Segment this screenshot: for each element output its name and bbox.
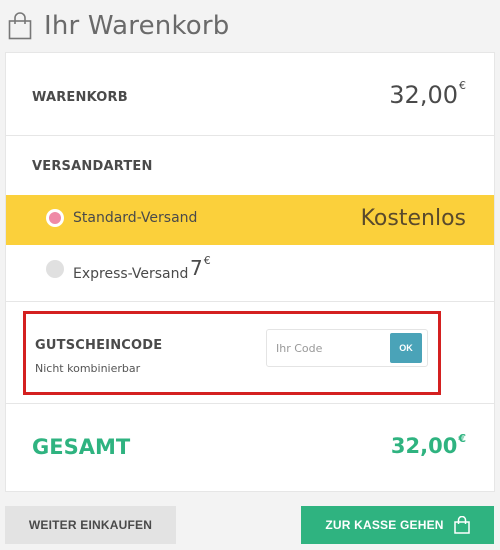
divider — [6, 135, 494, 136]
continue-shopping-label: WEITER EINKAUFEN — [28, 518, 153, 532]
subtotal-amount: 32,00€ — [389, 79, 466, 109]
checkout-button[interactable]: ZUR KASSE GEHEN — [301, 506, 494, 544]
total-currency: € — [458, 432, 466, 445]
shopping-bag-icon — [453, 515, 470, 534]
coupon-code-input[interactable] — [267, 330, 387, 366]
continue-shopping-button[interactable]: WEITER EINKAUFEN — [5, 506, 176, 544]
total-label: GESAMT — [32, 435, 131, 459]
radio-selected[interactable] — [46, 209, 64, 227]
shipping-option-price: Kostenlos — [360, 206, 466, 231]
checkout-label: ZUR KASSE GEHEN — [325, 518, 444, 532]
total-amount: 32,00€ — [390, 432, 466, 458]
coupon-section: GUTSCHEINCODE Nicht kombinierbar OK — [23, 311, 441, 395]
divider — [6, 301, 494, 302]
subtotal-row: WARENKORB 32,00€ — [6, 53, 494, 135]
shipping-option-label: Standard-Versand — [73, 210, 198, 226]
coupon-input-group: OK — [266, 329, 428, 367]
cart-summary-card: WARENKORB 32,00€ VERSANDARTEN Standard-V… — [5, 52, 495, 492]
shipping-option-label: Express-Versand — [73, 266, 189, 282]
shipping-option-currency: € — [203, 254, 211, 267]
divider — [6, 403, 494, 404]
shipping-methods-label: VERSANDARTEN — [32, 159, 153, 174]
shipping-option-express[interactable]: Express-Versand 7€ — [6, 248, 494, 300]
radio-unselected[interactable] — [46, 260, 64, 278]
shipping-option-price-value: 7 — [190, 256, 203, 280]
shipping-option-price: 7€ — [190, 254, 211, 280]
page-title: Ihr Warenkorb — [44, 11, 230, 41]
subtotal-currency: € — [459, 79, 466, 92]
subtotal-amount-value: 32,00 — [389, 81, 458, 109]
page-header: Ihr Warenkorb — [0, 0, 500, 52]
coupon-note: Nicht kombinierbar — [35, 362, 141, 375]
shopping-bag-icon — [8, 12, 32, 40]
subtotal-label: WARENKORB — [32, 90, 128, 105]
shipping-option-standard[interactable]: Standard-Versand Kostenlos — [6, 195, 494, 245]
coupon-submit-button[interactable]: OK — [390, 333, 422, 363]
coupon-title: GUTSCHEINCODE — [35, 338, 163, 353]
total-amount-value: 32,00 — [390, 434, 458, 458]
